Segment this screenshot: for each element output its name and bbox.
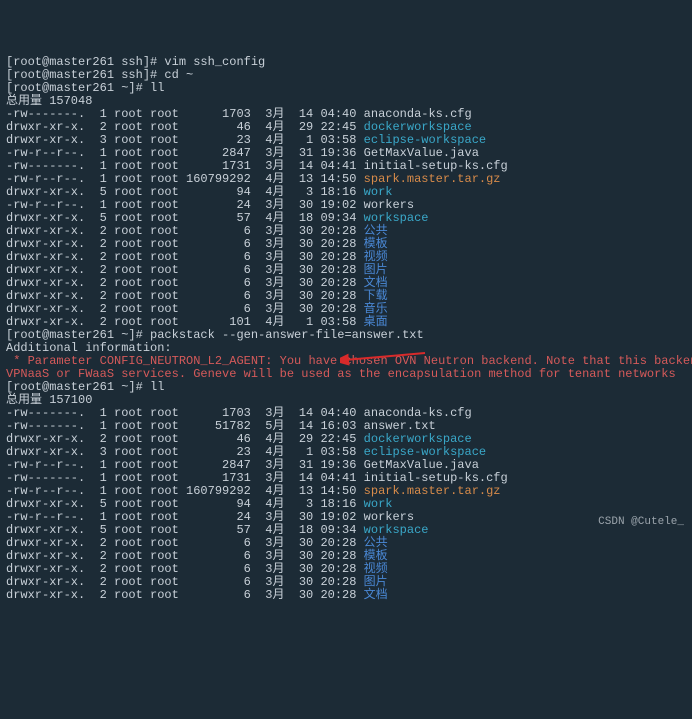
file-name: GetMaxValue.java	[364, 146, 479, 160]
file-name: 桌面	[364, 315, 388, 329]
file-name: 模板	[364, 549, 388, 563]
file-name: 公共	[364, 224, 388, 238]
file-name: 视频	[364, 562, 388, 576]
file-name: dockerworkspace	[364, 432, 472, 446]
file-name: initial-setup-ks.cfg	[364, 471, 508, 485]
file-name: workspace	[364, 523, 429, 537]
file-name: 模板	[364, 237, 388, 251]
ls-row: drwxr-xr-x. 2 root root 6 3月 30 20:28 模板	[6, 550, 686, 563]
terminal-output[interactable]: [root@master261 ssh]# vim ssh_config[roo…	[6, 56, 686, 602]
file-name: 视频	[364, 250, 388, 264]
file-name: 音乐	[364, 302, 388, 316]
file-name: 公共	[364, 536, 388, 550]
file-name: dockerworkspace	[364, 120, 472, 134]
prompt-line: [root@master261 ~]# ll	[6, 381, 686, 394]
file-name: eclipse-workspace	[364, 133, 486, 147]
ls-row: drwxr-xr-x. 2 root root 6 3月 30 20:28 视频	[6, 563, 686, 576]
file-name: eclipse-workspace	[364, 445, 486, 459]
watermark-text: CSDN @Cutele_	[598, 516, 684, 529]
file-name: spark.master.tar.gz	[364, 484, 501, 498]
file-name: 图片	[364, 263, 388, 277]
file-name: 文档	[364, 588, 388, 602]
file-name: workspace	[364, 211, 429, 225]
file-name: 下载	[364, 289, 388, 303]
ls-row: drwxr-xr-x. 2 root root 6 3月 30 20:28 图片	[6, 576, 686, 589]
ls-row: drwxr-xr-x. 2 root root 6 3月 30 20:28 文档	[6, 589, 686, 602]
file-name: anaconda-ks.cfg	[364, 107, 472, 121]
file-name: 文档	[364, 276, 388, 290]
file-name: spark.master.tar.gz	[364, 172, 501, 186]
file-name: GetMaxValue.java	[364, 458, 479, 472]
file-name: 图片	[364, 575, 388, 589]
file-name: answer.txt	[364, 419, 436, 433]
file-name: anaconda-ks.cfg	[364, 406, 472, 420]
file-name: work	[364, 185, 393, 199]
file-name: work	[364, 497, 393, 511]
prompt-line: [root@master261 ~]# ll	[6, 82, 686, 95]
file-name: workers	[364, 510, 414, 524]
file-name: workers	[364, 198, 414, 212]
ls-row: drwxr-xr-x. 2 root root 6 3月 30 20:28 公共	[6, 537, 686, 550]
file-name: initial-setup-ks.cfg	[364, 159, 508, 173]
